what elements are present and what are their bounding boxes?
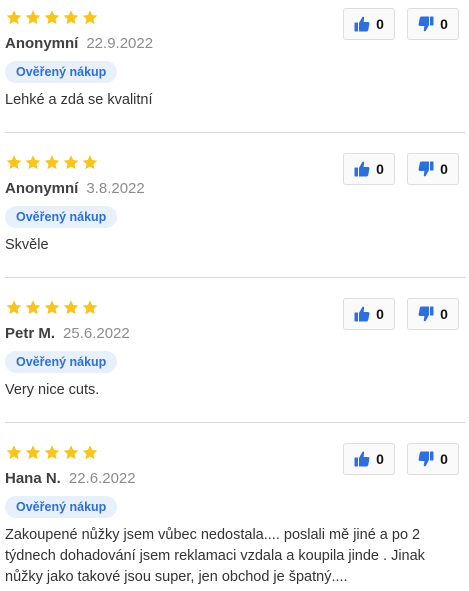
thumbs-up-icon	[354, 451, 370, 467]
review-date: 25.6.2022	[63, 325, 130, 342]
review-author: Hana N.	[5, 470, 61, 487]
like-button[interactable]: 0	[343, 443, 395, 475]
thumbs-down-icon	[418, 161, 434, 177]
review-item: Hana N. 22.6.2022 Ověřený nákup Zakoupené…	[5, 440, 466, 590]
star-icon	[63, 155, 79, 170]
star-icon	[44, 155, 60, 170]
like-button[interactable]: 0	[343, 153, 395, 185]
review-text: Lehké a zdá se kvalitní	[5, 92, 153, 108]
review-meta: Petr M. 25.6.2022	[5, 325, 130, 343]
star-icon	[44, 300, 60, 315]
review-author: Anonymní	[5, 180, 79, 197]
star-icon	[25, 155, 41, 170]
verified-purchase-badge: Ověřený nákup	[5, 206, 118, 228]
dislike-count: 0	[440, 306, 448, 322]
review-date: 22.9.2022	[86, 35, 154, 52]
star-icon	[63, 300, 79, 315]
review-list: Anonymní 22.9.2022 Ověřený nákup Lehké a …	[0, 0, 469, 591]
star-rating	[5, 299, 99, 316]
star-icon	[82, 155, 98, 170]
star-icon	[25, 445, 41, 460]
star-icon	[63, 445, 79, 460]
like-count: 0	[376, 161, 384, 177]
review-text: Skvěle	[5, 237, 49, 253]
review-date: 22.6.2022	[68, 470, 136, 487]
star-icon	[6, 445, 22, 460]
thumbs-up-icon	[354, 161, 370, 177]
star-icon	[82, 445, 98, 460]
dislike-button[interactable]: 0	[407, 8, 459, 40]
review-text: Zakoupené nůžky jsem vůbec nedostala....…	[5, 527, 425, 585]
verified-purchase-badge: Ověřený nákup	[5, 496, 118, 518]
review-text: Very nice cuts.	[5, 382, 100, 398]
like-count: 0	[376, 306, 384, 322]
thumbs-down-icon	[418, 306, 434, 322]
star-icon	[44, 10, 60, 25]
star-icon	[25, 300, 41, 315]
dislike-count: 0	[440, 161, 448, 177]
like-button[interactable]: 0	[343, 8, 395, 40]
star-rating	[5, 154, 99, 171]
review-item: Anonymní 3.8.2022 Ověřený nákup Skvěle 0 …	[5, 150, 466, 278]
star-icon	[6, 300, 22, 315]
verified-purchase-badge: Ověřený nákup	[5, 351, 118, 373]
star-rating	[5, 9, 99, 26]
review-meta: Anonymní 3.8.2022	[5, 180, 145, 198]
thumbs-up-icon	[354, 306, 370, 322]
review-item: Petr M. 25.6.2022 Ověřený nákup Very nice…	[5, 295, 466, 423]
like-count: 0	[376, 451, 384, 467]
star-icon	[44, 445, 60, 460]
review-meta: Hana N. 22.6.2022	[5, 470, 136, 488]
star-rating	[5, 444, 99, 461]
review-item: Anonymní 22.9.2022 Ověřený nákup Lehké a …	[5, 5, 466, 133]
verified-purchase-badge: Ověřený nákup	[5, 61, 118, 83]
review-author: Anonymní	[5, 35, 79, 52]
review-author: Petr M.	[5, 325, 56, 342]
thumbs-down-icon	[418, 451, 434, 467]
review-date: 3.8.2022	[86, 180, 145, 197]
dislike-button[interactable]: 0	[407, 298, 459, 330]
thumbs-down-icon	[418, 16, 434, 32]
star-icon	[82, 10, 98, 25]
star-icon	[63, 10, 79, 25]
thumbs-up-icon	[354, 16, 370, 32]
star-icon	[82, 300, 98, 315]
dislike-count: 0	[440, 451, 448, 467]
star-icon	[25, 10, 41, 25]
star-icon	[6, 155, 22, 170]
dislike-button[interactable]: 0	[407, 443, 459, 475]
star-icon	[6, 10, 22, 25]
dislike-count: 0	[440, 16, 448, 32]
like-button[interactable]: 0	[343, 298, 395, 330]
like-count: 0	[376, 16, 384, 32]
dislike-button[interactable]: 0	[407, 153, 459, 185]
review-meta: Anonymní 22.9.2022	[5, 35, 153, 53]
